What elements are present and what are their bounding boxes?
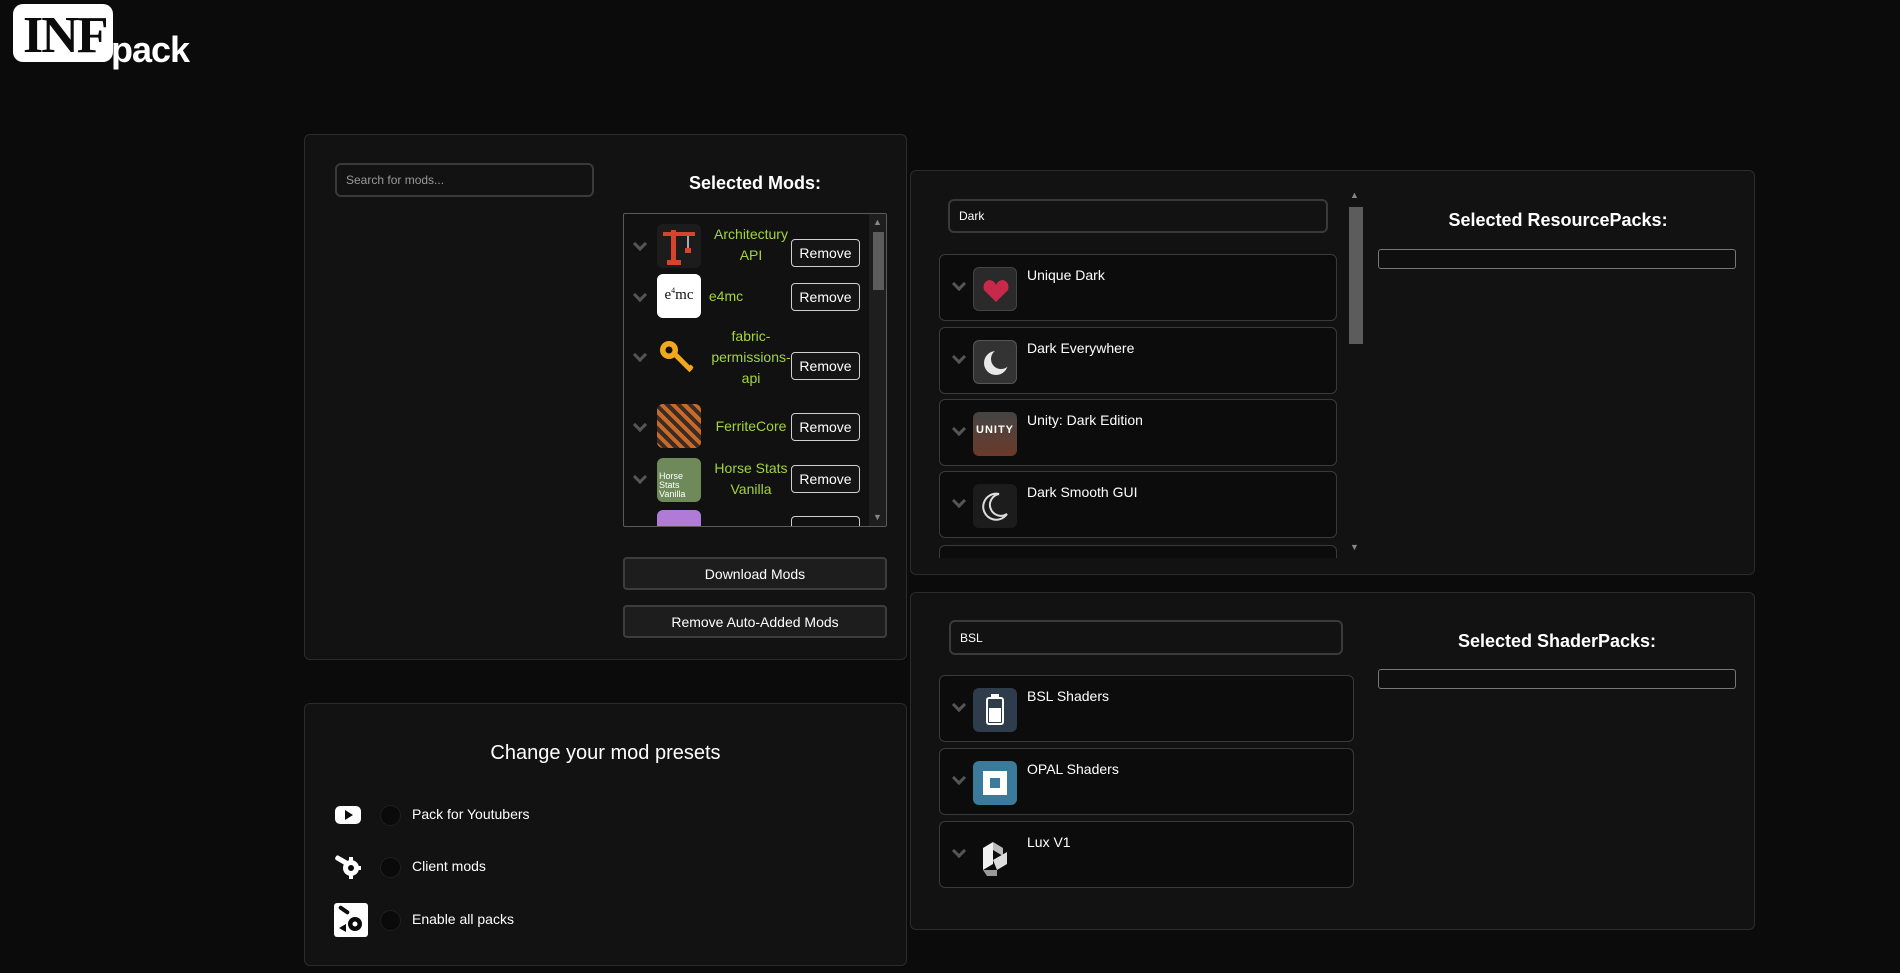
logo-text-pack: pack bbox=[111, 29, 190, 70]
selected-shaderpacks-title: Selected ShaderPacks: bbox=[1457, 631, 1657, 651]
scrollbar-thumb[interactable] bbox=[873, 232, 884, 290]
mods-list-scrollbar[interactable]: ▲ ▼ bbox=[869, 214, 886, 526]
horse-stats-icon: Horse Stats Vanilla bbox=[657, 458, 701, 502]
opal-square-icon bbox=[973, 761, 1017, 805]
chevron-down-icon[interactable] bbox=[632, 417, 648, 433]
pixel-heart-icon bbox=[973, 267, 1017, 311]
e4mc-logo-icon: e4mc bbox=[657, 274, 701, 318]
all-packs-icon bbox=[333, 902, 369, 938]
shaderpack-result[interactable]: Lux V1 bbox=[939, 821, 1354, 888]
logo-text-inf: INF bbox=[23, 7, 109, 64]
resourcepack-result[interactable]: Unique Dark bbox=[939, 254, 1337, 321]
scroll-up-arrow[interactable]: ▲ bbox=[873, 217, 882, 227]
chevron-down-icon[interactable] bbox=[632, 347, 648, 363]
remove-button[interactable]: Remove bbox=[791, 283, 860, 311]
shaderpack-name: BSL Shaders bbox=[1027, 688, 1109, 704]
ferrite-pattern-icon bbox=[657, 404, 701, 448]
list-item: Horse Stats Vanilla Horse Stats Vanilla Re… bbox=[624, 456, 864, 504]
resourcepack-result[interactable]: Dark Everywhere bbox=[939, 327, 1337, 394]
shaderpack-result[interactable]: BSL Shaders bbox=[939, 675, 1354, 742]
mod-name: FerriteCore bbox=[715, 418, 787, 434]
purple-mod-icon bbox=[657, 510, 701, 526]
list-item: Architectury API Remove bbox=[624, 222, 864, 270]
preset-radio[interactable] bbox=[380, 805, 401, 826]
mod-name: fabric-permissions-api bbox=[711, 328, 791, 386]
chevron-down-icon[interactable] bbox=[951, 349, 967, 365]
list-item: fabric-permissions-api Remove bbox=[624, 326, 864, 390]
preset-enable-all[interactable]: Enable all packs bbox=[333, 902, 593, 938]
preset-label: Client mods bbox=[412, 858, 486, 874]
youtube-icon bbox=[333, 800, 363, 830]
chevron-down-icon[interactable] bbox=[632, 469, 648, 485]
selected-resourcepacks-title: Selected ResourcePacks: bbox=[1448, 210, 1668, 230]
scroll-down-arrow[interactable]: ▼ bbox=[873, 512, 882, 522]
chevron-down-icon[interactable] bbox=[951, 843, 967, 859]
preset-label: Enable all packs bbox=[412, 911, 514, 927]
scroll-down-arrow[interactable]: ▼ bbox=[1350, 542, 1359, 552]
resourcepack-name: Dark Everywhere bbox=[1027, 340, 1135, 356]
mod-name: Architectury API bbox=[714, 226, 788, 263]
shaderpack-search-input[interactable] bbox=[949, 620, 1343, 655]
chevron-down-icon[interactable] bbox=[951, 697, 967, 713]
resourcepack-list-scrollbar[interactable]: ▲ ▼ bbox=[1346, 190, 1364, 558]
logo[interactable]: INF pack bbox=[13, 4, 198, 74]
moon-outline-icon bbox=[973, 484, 1017, 528]
remove-button[interactable]: Remove bbox=[791, 352, 860, 380]
resourcepack-name: Unity: Dark Edition bbox=[1027, 412, 1143, 428]
key-icon bbox=[657, 336, 701, 380]
selected-shaderpacks-list bbox=[1378, 669, 1736, 689]
preset-youtubers[interactable]: Pack for Youtubers bbox=[333, 800, 593, 830]
shaderpack-name: Lux V1 bbox=[1027, 834, 1071, 850]
preset-label: Pack for Youtubers bbox=[412, 806, 530, 822]
mod-search-input[interactable] bbox=[335, 163, 594, 197]
scrollbar-thumb[interactable] bbox=[1349, 207, 1363, 344]
resourcepack-search-input[interactable] bbox=[948, 199, 1328, 233]
remove-button[interactable]: Remove bbox=[791, 413, 860, 441]
remove-auto-added-mods-button[interactable]: Remove Auto-Added Mods bbox=[623, 605, 887, 638]
resourcepack-name: Dark Smooth GUI bbox=[1027, 484, 1138, 500]
selected-resourcepacks-list bbox=[1378, 249, 1736, 269]
shaderpack-result[interactable]: OPAL Shaders bbox=[939, 748, 1354, 815]
download-mods-button[interactable]: Download Mods bbox=[623, 557, 887, 590]
resourcepack-result-partial bbox=[939, 545, 1337, 558]
remove-button[interactable]: Remove bbox=[791, 239, 860, 267]
bsl-bottle-icon bbox=[973, 688, 1017, 732]
wrench-gear-icon bbox=[333, 852, 363, 882]
preset-client-mods[interactable]: Client mods bbox=[333, 852, 593, 882]
crescent-moon-icon bbox=[973, 340, 1017, 384]
chevron-down-icon[interactable] bbox=[951, 493, 967, 509]
chevron-down-icon[interactable] bbox=[632, 236, 648, 252]
mod-name: e4mc bbox=[708, 288, 744, 304]
crane-icon bbox=[657, 224, 701, 268]
selected-mods-title: Selected Mods: bbox=[688, 173, 822, 193]
chevron-down-icon[interactable] bbox=[951, 421, 967, 437]
preset-radio[interactable] bbox=[380, 910, 401, 931]
list-item: FerriteCore Remove bbox=[624, 404, 864, 450]
list-item: e4mc e4mc Remove bbox=[624, 274, 864, 320]
resourcepack-result[interactable]: Dark Smooth GUI bbox=[939, 471, 1337, 538]
scroll-up-arrow[interactable]: ▲ bbox=[1350, 190, 1359, 200]
unity-logo-icon: UNITY bbox=[973, 412, 1017, 456]
selected-mods-list[interactable]: Architectury API Remove e4mc e4mc Remove… bbox=[623, 213, 887, 527]
remove-button[interactable]: Remove bbox=[791, 465, 860, 493]
preset-radio[interactable] bbox=[380, 857, 401, 878]
shaderpack-name: OPAL Shaders bbox=[1027, 761, 1119, 777]
partial-remove-button bbox=[791, 516, 860, 526]
mod-name: Horse Stats Vanilla bbox=[714, 460, 788, 497]
resourcepack-name: Unique Dark bbox=[1027, 267, 1105, 283]
chevron-down-icon[interactable] bbox=[951, 770, 967, 786]
chevron-down-icon[interactable] bbox=[632, 287, 648, 303]
presets-title: Change your mod presets bbox=[490, 742, 721, 764]
chevron-down-icon[interactable] bbox=[951, 276, 967, 292]
lux-cube-icon bbox=[973, 834, 1017, 878]
resourcepack-result[interactable]: UNITY Unity: Dark Edition bbox=[939, 399, 1337, 466]
